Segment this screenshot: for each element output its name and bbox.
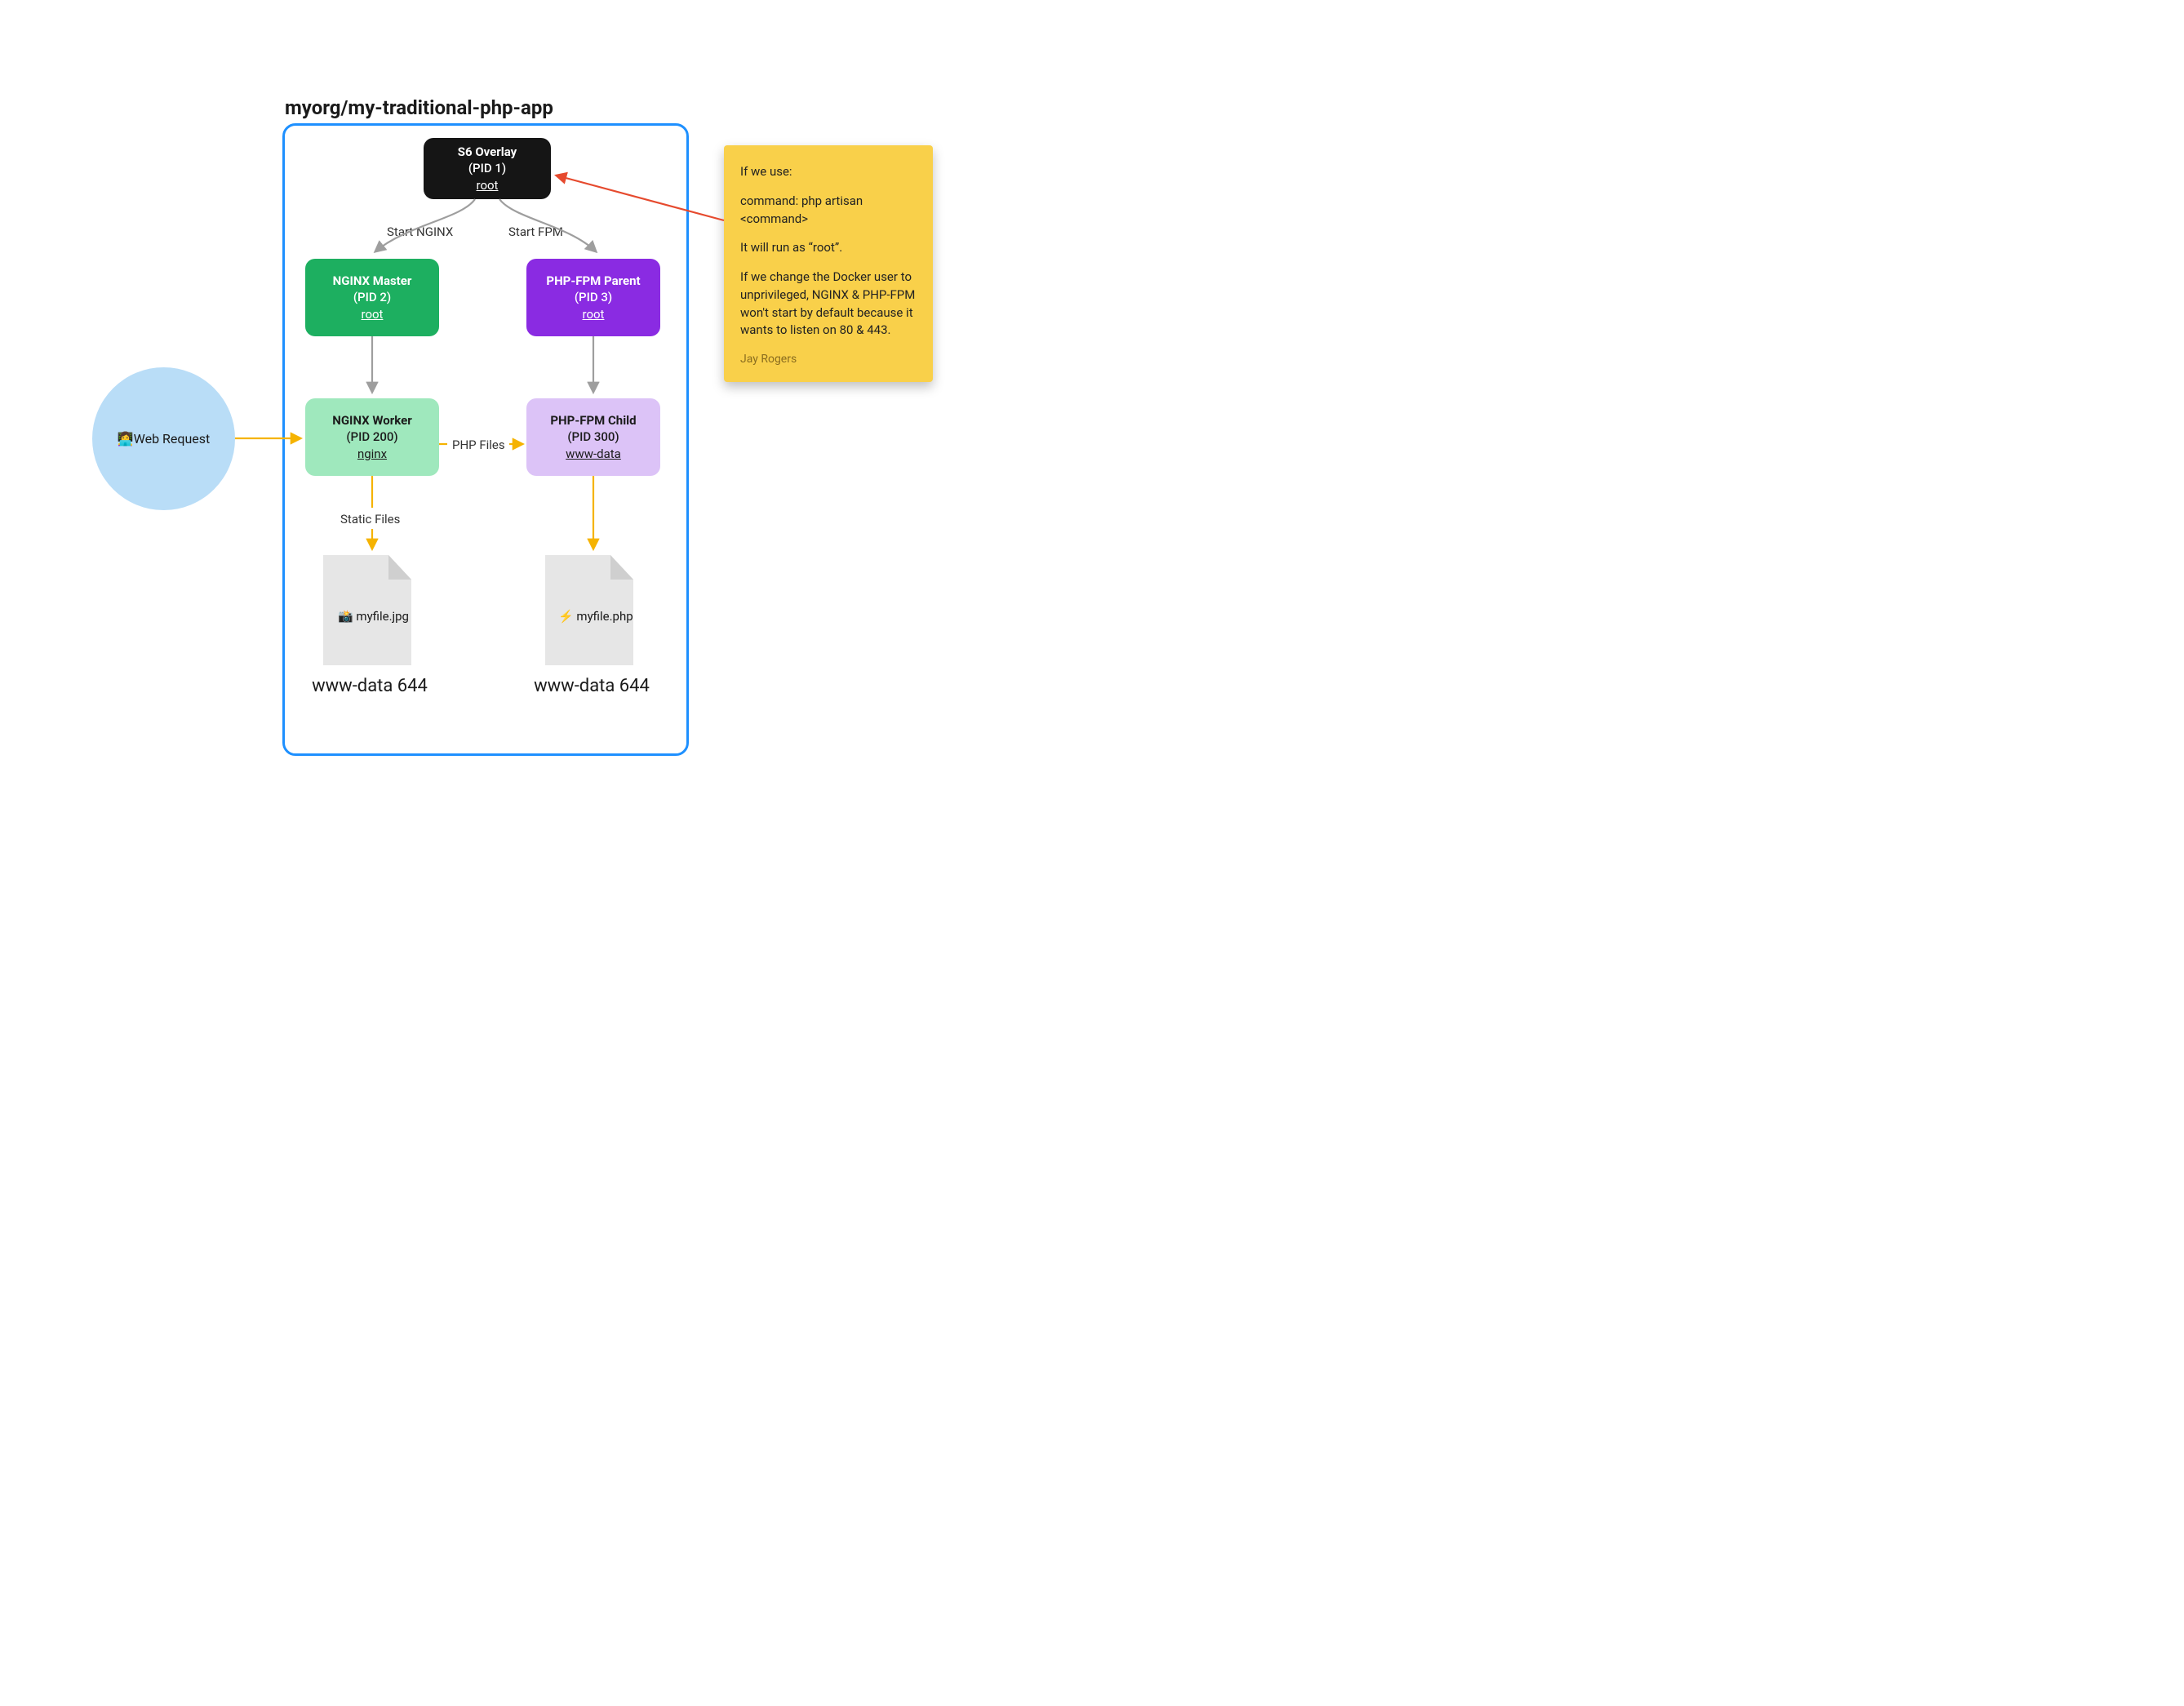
node-fpm-parent: PHP-FPM Parent (PID 3) root [526,259,660,336]
node-nginx-master: NGINX Master (PID 2) root [305,259,439,336]
file-jpg-owner: www-data 644 [300,676,439,696]
node-title: PHP-FPM Parent [546,273,640,289]
file-jpg-name: myfile.jpg [353,609,409,624]
file-jpg-label: 📸 myfile.jpg [338,609,409,624]
user-icon: 👩‍💻 [118,431,134,446]
node-title: PHP-FPM Child [550,412,636,429]
file-php-label: ⚡ myfile.php [558,609,633,624]
diagram-stage: myorg/my-traditional-php-app S6 Overlay … [0,0,1092,853]
node-nginx-worker: NGINX Worker (PID 200) nginx [305,398,439,476]
node-s6-overlay: S6 Overlay (PID 1) root [424,138,551,199]
bolt-icon: ⚡ [558,609,574,624]
sticky-note: If we use: command: php artisan <command… [724,145,933,382]
node-pid: (PID 3) [575,289,612,305]
file-php-name: myfile.php [574,609,633,624]
note-line: If we change the Docker user to unprivil… [740,269,917,340]
edge-label-start-fpm: Start FPM [508,224,563,239]
web-request-label: Web Request [134,431,211,446]
note-line: It will run as “root”. [740,239,917,257]
node-pid: (PID 200) [346,429,397,445]
node-fpm-child: PHP-FPM Child (PID 300) www-data [526,398,660,476]
node-user: nginx [357,446,387,462]
node-pid: (PID 1) [468,160,506,176]
node-user: root [362,306,384,322]
node-pid: (PID 300) [567,429,619,445]
node-title: NGINX Worker [332,412,411,429]
node-user: www-data [566,446,621,462]
edge-label-php-files: PHP Files [452,438,505,452]
node-user: root [477,177,499,193]
edge-label-start-nginx: Start NGINX [387,224,453,239]
web-request: 👩‍💻 Web Request [92,367,235,510]
note-line: command: php artisan <command> [740,193,917,229]
container-title: myorg/my-traditional-php-app [285,96,553,119]
camera-icon: 📸 [338,609,353,624]
node-pid: (PID 2) [353,289,391,305]
file-php-owner: www-data 644 [522,676,661,696]
note-line: If we use: [740,163,917,181]
node-title: S6 Overlay [458,144,517,160]
node-user: root [583,306,605,322]
note-signature: Jay Rogers [740,351,917,367]
node-title: NGINX Master [333,273,412,289]
edge-label-static-files: Static Files [340,512,400,526]
